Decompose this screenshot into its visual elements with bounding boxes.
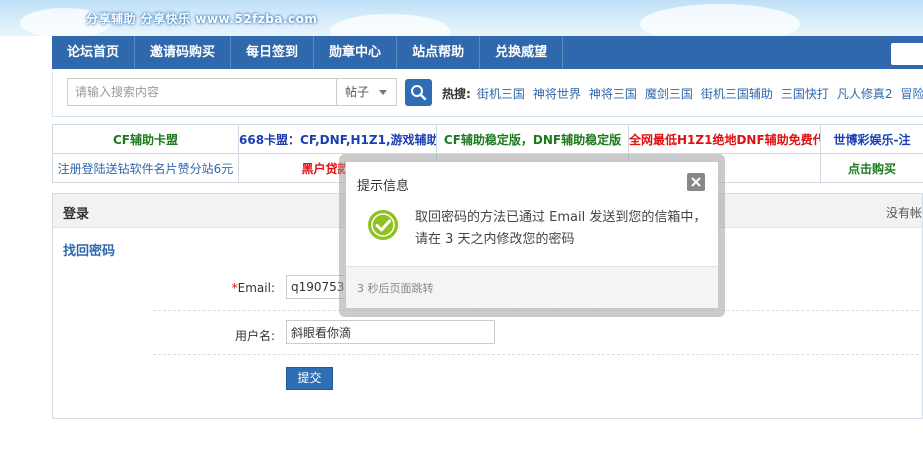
check-circle-icon bbox=[368, 210, 398, 240]
hot-search-link[interactable]: 三国快打 bbox=[781, 85, 829, 102]
ad-link[interactable]: CF辅助卡盟 bbox=[52, 124, 239, 154]
close-button[interactable] bbox=[687, 173, 705, 191]
search-input[interactable] bbox=[67, 78, 337, 106]
hot-search-link[interactable]: 冒险 bbox=[901, 85, 923, 102]
header-banner: 分享辅助 分享快乐 www.52fzba.com bbox=[0, 0, 923, 36]
nav-item-exchange[interactable]: 兑换威望 bbox=[480, 36, 564, 69]
dialog-title: 提示信息 bbox=[357, 179, 410, 194]
ad-link[interactable]: 全网最低H1Z1绝地DNF辅助免费代 bbox=[628, 124, 821, 154]
ad-link[interactable]: 668卡盟：CF,DNF,H1Z1,游戏辅助 bbox=[238, 124, 437, 154]
hot-search-link[interactable]: 神将三国 bbox=[589, 85, 637, 102]
ad-link[interactable]: CF辅助稳定版，DNF辅助稳定版 bbox=[436, 124, 629, 154]
ad-link[interactable]: 注册登陆送钻软件名片赞分站6元 bbox=[52, 153, 239, 183]
cloud-decoration bbox=[330, 14, 450, 36]
hot-search-link[interactable]: 街机三国 bbox=[477, 85, 525, 102]
hot-search-link[interactable]: 神将世界 bbox=[533, 85, 581, 102]
username-label: 用户名: bbox=[234, 329, 275, 343]
submit-button[interactable]: 提交 bbox=[286, 367, 333, 390]
search-bar: 帖子 热搜: 街机三国 神将世界 神将三国 魔剑三国 街机三国辅助 三国快打 凡… bbox=[52, 69, 923, 117]
email-label-text: Email: bbox=[237, 281, 275, 295]
nav-item-buy-invite[interactable]: 邀请码购买 bbox=[135, 36, 232, 69]
search-button[interactable] bbox=[405, 79, 432, 106]
search-scope-value: 帖子 bbox=[345, 85, 370, 99]
recover-password-title: 找回密码 bbox=[63, 244, 116, 259]
notice-dialog: 提示信息 取回密码的方法已通过 Email 发送到您的信箱中，请在 3 天之内修… bbox=[345, 161, 719, 309]
dialog-message: 取回密码的方法已通过 Email 发送到您的信箱中，请在 3 天之内修改您的密码 bbox=[415, 210, 707, 247]
nav-right-box[interactable] bbox=[891, 43, 923, 65]
redirect-notice: 3 秒后页面跳转 bbox=[357, 282, 434, 295]
nav-item-help[interactable]: 站点帮助 bbox=[397, 36, 481, 69]
search-scope-select[interactable]: 帖子 bbox=[336, 78, 397, 106]
username-field[interactable] bbox=[286, 320, 495, 344]
row-divider bbox=[153, 354, 923, 355]
dialog-footer: 3 秒后页面跳转 bbox=[346, 266, 718, 308]
ad-row: CF辅助卡盟 668卡盟：CF,DNF,H1Z1,游戏辅助 CF辅助稳定版，DN… bbox=[52, 124, 923, 154]
chevron-down-icon bbox=[379, 90, 387, 95]
search-icon bbox=[411, 85, 427, 101]
site-slogan: 分享辅助 分享快乐 www.52fzba.com bbox=[86, 12, 318, 26]
ad-link[interactable]: 世博彩娱乐-注 bbox=[820, 124, 923, 154]
nav-item-medals[interactable]: 勋章中心 bbox=[314, 36, 398, 69]
ad-link[interactable]: 点击购买 bbox=[820, 153, 923, 183]
main-nav: 论坛首页 邀请码购买 每日签到 勋章中心 站点帮助 兑换威望 bbox=[52, 36, 923, 69]
hot-search-link[interactable]: 街机三国辅助 bbox=[701, 85, 773, 102]
register-link[interactable]: 没有帐 bbox=[886, 204, 922, 221]
hot-search-link[interactable]: 凡人修真2 bbox=[837, 85, 893, 102]
close-icon bbox=[691, 177, 701, 187]
dialog-header: 提示信息 bbox=[346, 162, 718, 204]
hot-search: 热搜: 街机三国 神将世界 神将三国 魔剑三国 街机三国辅助 三国快打 凡人修真… bbox=[442, 85, 923, 102]
hot-search-link[interactable]: 魔剑三国 bbox=[645, 85, 693, 102]
nav-item-home[interactable]: 论坛首页 bbox=[52, 36, 136, 69]
email-label: *Email: bbox=[195, 281, 275, 295]
nav-item-checkin[interactable]: 每日签到 bbox=[231, 36, 315, 69]
dialog-body: 取回密码的方法已通过 Email 发送到您的信箱中，请在 3 天之内修改您的密码 bbox=[346, 204, 718, 266]
cloud-decoration bbox=[640, 4, 800, 36]
hot-search-label: 热搜: bbox=[442, 87, 471, 101]
panel-title: 登录 bbox=[63, 207, 90, 222]
